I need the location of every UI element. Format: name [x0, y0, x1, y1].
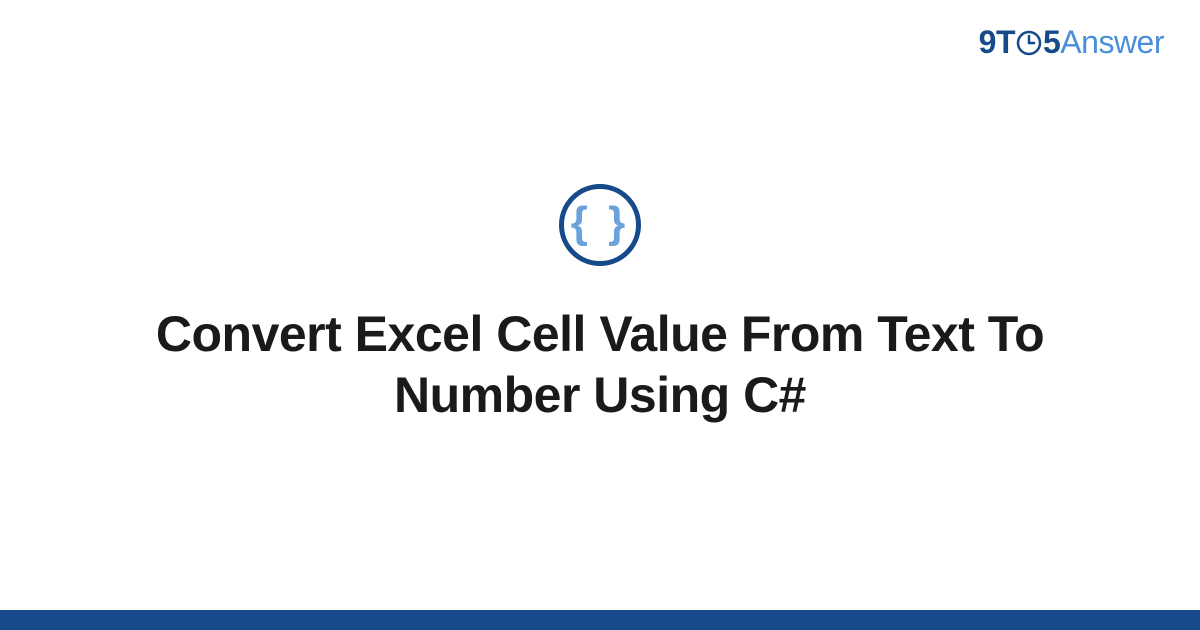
content-area: { } Convert Excel Cell Value From Text T… — [0, 0, 1200, 610]
page-title: Convert Excel Cell Value From Text To Nu… — [150, 304, 1050, 426]
code-braces-icon: { } — [559, 184, 641, 266]
bottom-accent-bar — [0, 610, 1200, 630]
braces-glyph: { } — [571, 201, 629, 245]
